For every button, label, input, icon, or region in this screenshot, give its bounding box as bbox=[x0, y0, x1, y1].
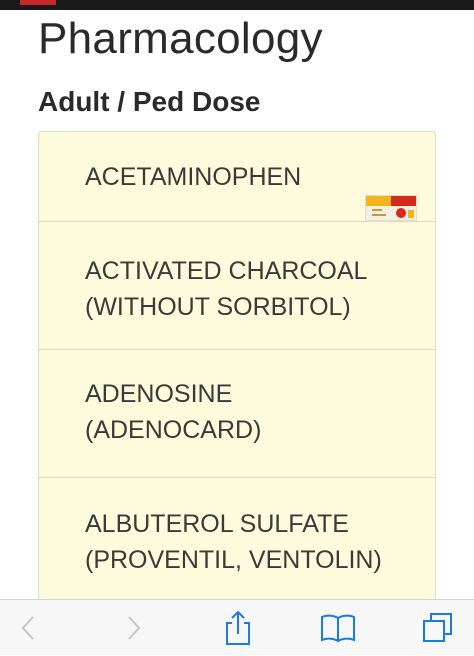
drug-name: ACETAMINOPHEN bbox=[85, 163, 302, 191]
share-icon bbox=[226, 610, 250, 645]
tabs-button[interactable] bbox=[418, 600, 458, 656]
status-indicator bbox=[20, 0, 56, 5]
share-button[interactable] bbox=[218, 600, 258, 656]
bookmarks-icon bbox=[321, 614, 355, 643]
drug-name: ALBUTEROL SULFATE bbox=[85, 510, 349, 538]
bookmarks-button[interactable] bbox=[316, 600, 360, 656]
drug-subname: (PROVENTIL, VENTOLIN) bbox=[85, 546, 382, 574]
list-item-adenosine[interactable]: ADENOSINE (ADENOCARD) bbox=[39, 350, 435, 478]
forward-button[interactable] bbox=[116, 600, 152, 656]
back-icon bbox=[21, 616, 34, 640]
tabs-icon bbox=[423, 613, 452, 642]
status-bar bbox=[0, 0, 474, 10]
drug-list: ACETAMINOPHEN ACTIVATED CHARCOAL (WITHOU… bbox=[38, 131, 436, 611]
back-button[interactable] bbox=[10, 600, 46, 656]
list-item-acetaminophen[interactable]: ACETAMINOPHEN bbox=[39, 132, 435, 222]
forward-icon bbox=[128, 616, 141, 640]
ad-thumbnail[interactable] bbox=[365, 195, 417, 221]
browser-toolbar bbox=[0, 599, 474, 655]
list-item-activated-charcoal[interactable]: ACTIVATED CHARCOAL (WITHOUT SORBITOL) bbox=[39, 222, 435, 350]
page-title: Pharmacology bbox=[38, 14, 323, 63]
drug-name: ADENOSINE bbox=[85, 380, 233, 408]
list-item-albuterol-sulfate[interactable]: ALBUTEROL SULFATE (PROVENTIL, VENTOLIN) bbox=[39, 478, 435, 610]
drug-name: ACTIVATED CHARCOAL bbox=[85, 257, 368, 285]
drug-subname: (WITHOUT SORBITOL) bbox=[85, 293, 351, 321]
section-title: Adult / Ped Dose bbox=[38, 86, 261, 117]
drug-subname: (ADENOCARD) bbox=[85, 416, 262, 444]
